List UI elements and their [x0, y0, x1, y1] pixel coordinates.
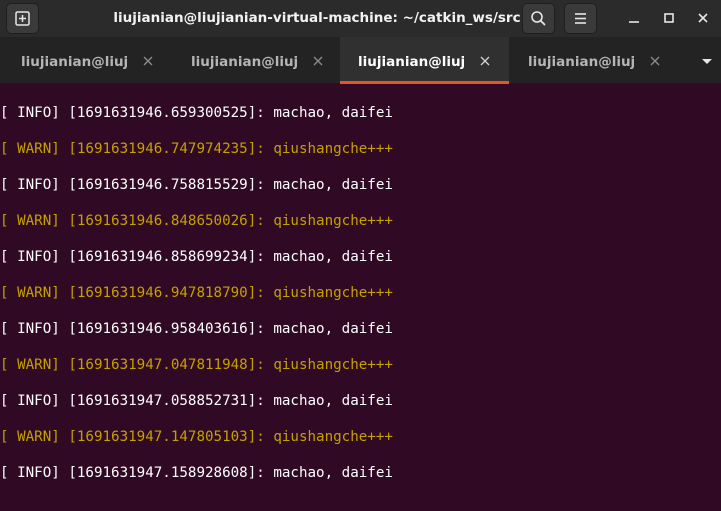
- window-title: liujianian@liujianian-virtual-machine: ~…: [113, 10, 521, 26]
- log-line-info: [ INFO] [1691631946.659300525]: machao, …: [0, 105, 393, 121]
- tab-close-button[interactable]: [312, 55, 324, 67]
- minimize-button[interactable]: [622, 6, 646, 30]
- tab-label: liujianian@liuj…: [358, 54, 466, 70]
- log-line-info: [ INFO] [1691631946.958403616]: machao, …: [0, 321, 393, 337]
- hamburger-menu-icon: [575, 13, 586, 24]
- log-line-warn: [ WARN] [1691631947.147805103]: qiushang…: [0, 429, 393, 445]
- log-line-warn: [ WARN] [1691631946.848650026]: qiushang…: [0, 213, 393, 229]
- tab-bar: liujianian@liuj… liujianian@liuj… liujia…: [0, 37, 721, 84]
- new-tab-icon: [15, 11, 30, 26]
- tab-close-button[interactable]: [649, 55, 661, 67]
- tab-label: liujianian@liuj…: [528, 54, 636, 70]
- title-bar[interactable]: liujianian@liujianian-virtual-machine: ~…: [0, 0, 721, 37]
- tab-list-dropdown[interactable]: [700, 54, 714, 68]
- tab-close-button[interactable]: [479, 55, 491, 67]
- menu-button[interactable]: [564, 3, 597, 34]
- log-line-info: [ INFO] [1691631947.058852731]: machao, …: [0, 393, 393, 409]
- close-icon: [698, 13, 708, 23]
- close-icon: [650, 56, 660, 66]
- chevron-down-icon: [702, 59, 712, 64]
- maximize-button[interactable]: [657, 6, 681, 30]
- tab-close-button[interactable]: [142, 55, 154, 67]
- close-button[interactable]: [691, 6, 715, 30]
- terminal-tab[interactable]: liujianian@liuj…: [173, 37, 342, 84]
- terminal-output[interactable]: [ INFO] [1691631946.659300525]: machao, …: [0, 84, 721, 511]
- log-line-warn: [ WARN] [1691631946.747974235]: qiushang…: [0, 141, 393, 157]
- tab-label: liujianian@liuj…: [21, 54, 129, 70]
- new-tab-button[interactable]: [6, 3, 39, 34]
- maximize-icon: [664, 13, 674, 23]
- log-line-warn: [ WARN] [1691631946.947818790]: qiushang…: [0, 285, 393, 301]
- log-line-info: [ INFO] [1691631946.758815529]: machao, …: [0, 177, 393, 193]
- terminal-window: liujianian@liujianian-virtual-machine: ~…: [0, 0, 721, 511]
- terminal-tab[interactable]: liujianian@liuj…: [3, 37, 172, 84]
- search-button[interactable]: [522, 3, 555, 34]
- close-icon: [480, 56, 490, 66]
- log-line-warn: [ WARN] [1691631947.047811948]: qiushang…: [0, 357, 393, 373]
- log-line-info: [ INFO] [1691631947.158928608]: machao, …: [0, 465, 393, 481]
- terminal-tab-active[interactable]: liujianian@liuj…: [340, 37, 509, 84]
- minimize-icon: [629, 21, 639, 23]
- log-line-info: [ INFO] [1691631946.858699234]: machao, …: [0, 249, 393, 265]
- tab-label: liujianian@liuj…: [191, 54, 299, 70]
- terminal-tab[interactable]: liujianian@liuj…: [510, 37, 679, 84]
- close-icon: [313, 56, 323, 66]
- close-icon: [143, 56, 153, 66]
- search-icon: [531, 11, 546, 26]
